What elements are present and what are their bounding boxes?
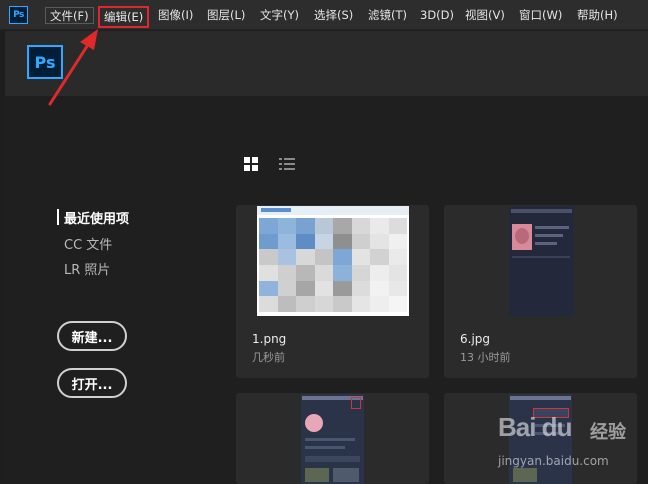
baidu-jingyan-watermark: Bai du 经验 jingyan.baidu.com (498, 412, 638, 472)
sidebar-active-indicator (57, 209, 59, 225)
file-name: 6.jpg (460, 332, 491, 346)
watermark-logo: Bai du (498, 412, 572, 442)
photoshop-logo-icon: Ps (9, 6, 28, 24)
list-view-icon[interactable] (279, 157, 295, 172)
file-thumbnail (257, 206, 409, 316)
sidebar-item-lr-photos[interactable]: LR 照片 (64, 259, 110, 278)
menu-3d[interactable]: 3D(D) (416, 7, 458, 24)
sidebar-item-cc-files[interactable]: CC 文件 (64, 234, 112, 253)
menu-help[interactable]: 帮助(H) (573, 7, 622, 24)
file-name: 1.png (252, 332, 287, 346)
menu-bar: Ps 文件(F) 编辑(E) 图像(I) 图层(L) 文字(Y) 选择(S) 滤… (0, 0, 648, 30)
menu-layer[interactable]: 图层(L) (203, 7, 249, 24)
new-button[interactable]: 新建... (57, 321, 127, 351)
recent-file-card[interactable]: 6.jpg 13 小时前 (444, 205, 637, 378)
watermark-title: 经验 (590, 422, 626, 443)
file-modified-time: 几秒前 (252, 351, 285, 364)
menu-type[interactable]: 文字(Y) (256, 7, 303, 24)
menu-select[interactable]: 选择(S) (310, 7, 357, 24)
file-thumbnail (509, 206, 574, 316)
menu-file[interactable]: 文件(F) (45, 7, 94, 24)
watermark-url: jingyan.baidu.com (498, 454, 609, 468)
sidebar-item-recent[interactable]: 最近使用项 (64, 208, 129, 227)
recent-file-card[interactable] (236, 393, 429, 484)
open-button[interactable]: 打开... (57, 368, 127, 398)
file-modified-time: 13 小时前 (460, 351, 511, 364)
menu-window[interactable]: 窗口(W) (515, 7, 566, 24)
grid-view-icon[interactable] (244, 157, 258, 171)
file-thumbnail (301, 394, 364, 484)
menu-image[interactable]: 图像(I) (154, 7, 197, 24)
home-header (5, 31, 648, 96)
menu-edit[interactable]: 编辑(E) (98, 6, 150, 28)
menu-filter[interactable]: 滤镜(T) (364, 7, 411, 24)
recent-file-card[interactable]: 1.png 几秒前 (236, 205, 429, 378)
menu-view[interactable]: 视图(V) (461, 7, 509, 24)
photoshop-home-logo-icon: Ps (27, 45, 63, 79)
